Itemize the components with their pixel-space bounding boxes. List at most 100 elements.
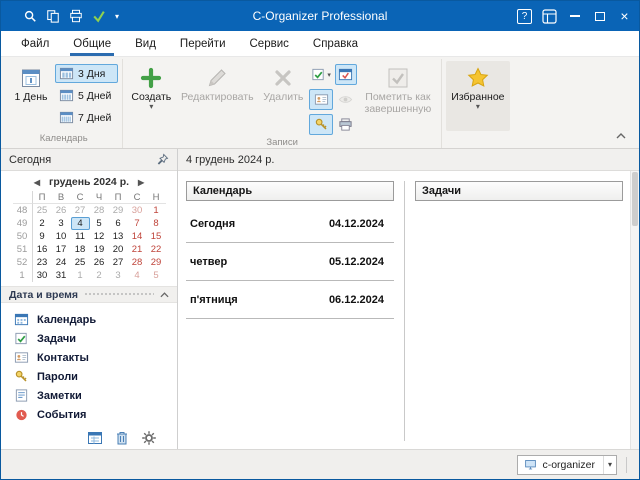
menu-item-2[interactable]: Общие bbox=[61, 31, 123, 56]
calendar-day[interactable]: 27 bbox=[71, 204, 90, 217]
help-button[interactable]: ? bbox=[512, 3, 537, 29]
edit-button[interactable]: Редактировать bbox=[177, 61, 257, 135]
sidebar-item-calendar[interactable]: Календарь bbox=[1, 310, 177, 329]
five-day-view-button[interactable]: 5 Дней bbox=[55, 86, 118, 105]
calendar-day[interactable]: 14 bbox=[128, 230, 147, 243]
task-record-button[interactable]: ▾ bbox=[309, 64, 333, 85]
calendar-day[interactable]: 5 bbox=[147, 269, 166, 282]
calendar-day[interactable]: 1 bbox=[71, 269, 90, 282]
datetime-section-header[interactable]: Дата и время bbox=[1, 286, 177, 303]
calendar-day[interactable]: 27 bbox=[109, 256, 128, 269]
calendar-day[interactable]: 24 bbox=[52, 256, 71, 269]
entry-row[interactable]: Сегодня04.12.2024 bbox=[186, 205, 394, 243]
weekday-label: Ч bbox=[90, 191, 109, 204]
sidebar-item-passwords[interactable]: Пароли bbox=[1, 367, 177, 386]
print-record-button[interactable] bbox=[335, 114, 357, 135]
weekday-label: С bbox=[128, 191, 147, 204]
sync-icon[interactable] bbox=[88, 5, 109, 27]
scrollbar-thumb[interactable] bbox=[632, 172, 638, 226]
qat-dropdown-icon[interactable]: ▾ bbox=[111, 12, 123, 21]
calendar-day[interactable]: 23 bbox=[33, 256, 52, 269]
calendar-day[interactable]: 25 bbox=[71, 256, 90, 269]
calendar-day[interactable]: 4 bbox=[128, 269, 147, 282]
calendar-day[interactable]: 10 bbox=[52, 230, 71, 243]
next-month-icon[interactable]: ▶ bbox=[138, 178, 144, 187]
calendar-day[interactable]: 31 bbox=[52, 269, 71, 282]
calendar-day[interactable]: 2 bbox=[33, 217, 52, 230]
collapse-ribbon-button[interactable] bbox=[612, 128, 630, 143]
copy-icon[interactable] bbox=[42, 5, 63, 27]
calendar-day[interactable]: 18 bbox=[71, 243, 90, 256]
calendar-day[interactable]: 7 bbox=[128, 217, 147, 230]
calendar-day[interactable]: 29 bbox=[109, 204, 128, 217]
calendar-day[interactable]: 19 bbox=[90, 243, 109, 256]
menu-item-5[interactable]: Сервис bbox=[238, 31, 301, 56]
contact-record-button[interactable] bbox=[309, 89, 333, 110]
entry-row[interactable]: четвер05.12.2024 bbox=[186, 243, 394, 281]
calendar-day[interactable]: 21 bbox=[128, 243, 147, 256]
calendar-day[interactable]: 17 bbox=[52, 243, 71, 256]
password-record-button[interactable] bbox=[309, 114, 333, 135]
one-day-view-button[interactable]: 1 День bbox=[9, 61, 53, 131]
task-dropdown-icon: ▾ bbox=[327, 71, 331, 79]
appointment-toggle-button[interactable] bbox=[335, 64, 357, 85]
sidebar-item-contacts[interactable]: Контакты bbox=[1, 348, 177, 367]
calendar-day[interactable]: 5 bbox=[90, 217, 109, 230]
sidebar-item-events[interactable]: События bbox=[1, 405, 177, 424]
calendar-day[interactable]: 16 bbox=[33, 243, 52, 256]
calendar-day[interactable]: 22 bbox=[147, 243, 166, 256]
calendar-day[interactable]: 8 bbox=[147, 217, 166, 230]
calendars-manage-button[interactable] bbox=[87, 430, 103, 446]
menu-item-1[interactable]: Файл bbox=[9, 31, 61, 56]
minimize-button[interactable] bbox=[562, 3, 587, 29]
calendar-day[interactable]: 6 bbox=[109, 217, 128, 230]
calendar-day[interactable]: 13 bbox=[109, 230, 128, 243]
prev-month-icon[interactable]: ◀ bbox=[34, 178, 40, 187]
calendar-day[interactable]: 12 bbox=[90, 230, 109, 243]
profile-selector[interactable]: c-organizer ▾ bbox=[517, 455, 617, 475]
calendar-day[interactable]: 9 bbox=[33, 230, 52, 243]
week-number: 52 bbox=[13, 256, 33, 269]
one-day-label: 1 День bbox=[15, 91, 48, 103]
mark-completed-button[interactable]: Пометить как завершенную bbox=[359, 61, 437, 135]
interface-options-button[interactable] bbox=[537, 3, 562, 29]
maximize-button[interactable] bbox=[587, 3, 612, 29]
calendar-day[interactable]: 25 bbox=[33, 204, 52, 217]
favorites-button[interactable]: Избранное ▾ bbox=[446, 61, 510, 131]
calendar-day[interactable]: 3 bbox=[52, 217, 71, 230]
calendar-day[interactable]: 15 bbox=[147, 230, 166, 243]
delete-button[interactable]: Удалить bbox=[259, 61, 307, 135]
settings-button[interactable] bbox=[141, 430, 157, 446]
menu-item-6[interactable]: Справка bbox=[301, 31, 370, 56]
show-completed-button[interactable] bbox=[335, 89, 357, 110]
calendar-day[interactable]: 28 bbox=[128, 256, 147, 269]
calendar-day[interactable]: 28 bbox=[90, 204, 109, 217]
calendar-day[interactable]: 30 bbox=[128, 204, 147, 217]
calendar-day[interactable]: 11 bbox=[71, 230, 90, 243]
sidebar-item-notes[interactable]: Заметки bbox=[1, 386, 177, 405]
close-button[interactable]: × bbox=[612, 3, 637, 29]
calendar-day[interactable]: 2 bbox=[90, 269, 109, 282]
profile-label: c-organizer bbox=[542, 459, 595, 471]
star-icon bbox=[466, 65, 490, 91]
trash-button[interactable] bbox=[114, 430, 130, 446]
menu-item-4[interactable]: Перейти bbox=[168, 31, 238, 56]
calendar-day[interactable]: 26 bbox=[90, 256, 109, 269]
calendar-day[interactable]: 4 bbox=[71, 217, 90, 230]
calendar-day[interactable]: 20 bbox=[109, 243, 128, 256]
menu-item-3[interactable]: Вид bbox=[123, 31, 168, 56]
entry-row[interactable]: п'ятниця06.12.2024 bbox=[186, 281, 394, 319]
calendar-day[interactable]: 30 bbox=[33, 269, 52, 282]
seven-day-view-button[interactable]: 7 Дней bbox=[55, 108, 118, 127]
calendar-day[interactable]: 3 bbox=[109, 269, 128, 282]
vertical-scrollbar[interactable] bbox=[630, 171, 639, 449]
calendar-day[interactable]: 29 bbox=[147, 256, 166, 269]
calendar-day[interactable]: 1 bbox=[147, 204, 166, 217]
three-day-view-button[interactable]: 3 Дня bbox=[55, 64, 118, 83]
pin-icon[interactable] bbox=[156, 153, 169, 166]
calendar-day[interactable]: 26 bbox=[52, 204, 71, 217]
print-icon[interactable] bbox=[65, 5, 86, 27]
create-button[interactable]: Создать ▾ bbox=[127, 61, 175, 135]
sidebar-item-tasks[interactable]: Задачи bbox=[1, 329, 177, 348]
search-icon[interactable] bbox=[19, 5, 40, 27]
